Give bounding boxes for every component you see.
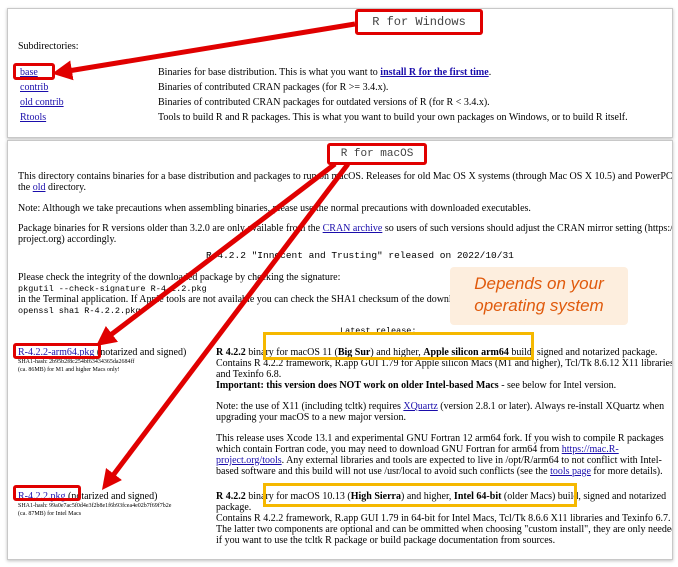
callout-line-1: Depends on your — [474, 274, 604, 293]
intel-sha: SHA1-hash: 99a0e7ac5f0d4e3f2b8e1f6b93fce… — [18, 503, 172, 509]
xquartz-link[interactable]: XQuartz — [403, 401, 437, 412]
r-for-windows-title: R for Windows — [355, 9, 483, 35]
arm64-link-highlight — [13, 343, 101, 359]
arm64-important: Important: this version does NOT work on… — [216, 380, 617, 391]
integrity-text-2: in the Terminal application. If Apple to… — [18, 294, 476, 305]
old-contrib-link[interactable]: old contrib — [20, 97, 64, 109]
mac-r-project-link[interactable]: https://mac.R- — [562, 444, 619, 455]
base-description: Binaries for base distribution. This is … — [158, 67, 492, 78]
arm64-os-highlight — [263, 332, 534, 360]
integrity-text: Please check the integrity of the downlo… — [18, 272, 341, 283]
rtools-description: Tools to build R and R packages. This is… — [158, 112, 628, 123]
mac-r-project-tools-link[interactable]: project.org/tools — [216, 455, 282, 466]
base-link-highlight — [13, 63, 55, 80]
cran-archive-link[interactable]: CRAN archive — [323, 223, 383, 234]
x11-note-line-2: upgrading your macOS to a new major vers… — [216, 412, 406, 423]
mac-note: Note: Although we take precautions when … — [18, 203, 531, 214]
subdirectories-label: Subdirectories: — [18, 41, 79, 52]
old-directory-link[interactable]: old — [33, 182, 46, 193]
pkg-binaries-line-2: project.org) accordingly. — [18, 234, 117, 245]
contrib-description: Binaries of contributed CRAN packages (f… — [158, 82, 389, 93]
pkgutil-command: pkgutil --check-signature R-4.2.2.pkg — [18, 284, 207, 294]
rtools-link[interactable]: Rtools — [20, 112, 46, 124]
contrib-link[interactable]: contrib — [20, 82, 48, 94]
windows-panel: Subdirectories: base Binaries for base d… — [7, 8, 673, 138]
install-r-first-time-link[interactable]: install R for the first time — [380, 67, 488, 78]
callout-line-2: operating system — [474, 296, 604, 315]
intel-link-highlight — [13, 485, 81, 501]
xcode-line-4: based software and this build will not u… — [216, 466, 663, 477]
intel-desc-line-5: if you want to use the tcltk R package o… — [216, 535, 556, 546]
tools-page-link[interactable]: tools page — [550, 466, 591, 477]
intel-os-highlight — [263, 483, 577, 507]
arm64-sha: SHA1-hash: 2b95b2f8c254bf63434365da2684f… — [18, 359, 135, 365]
mac-intro-line-1: This directory contains binaries for a b… — [18, 171, 673, 182]
intel-size: (ca. 87MB) for Intel Macs — [18, 511, 82, 517]
arm64-size: (ca. 86MB) for M1 and higher Macs only! — [18, 367, 120, 373]
os-callout: Depends on your operating system — [450, 267, 628, 325]
release-heading: R 4.2.2 "Innocent and Trusting" released… — [206, 250, 514, 261]
mac-intro-line-2: the old directory. — [18, 182, 86, 193]
old-contrib-description: Binaries of contributed CRAN packages fo… — [158, 97, 490, 108]
r-for-macos-title: R for macOS — [327, 143, 427, 165]
openssl-command: openssl sha1 R-4.2.2.pkg — [18, 306, 141, 316]
